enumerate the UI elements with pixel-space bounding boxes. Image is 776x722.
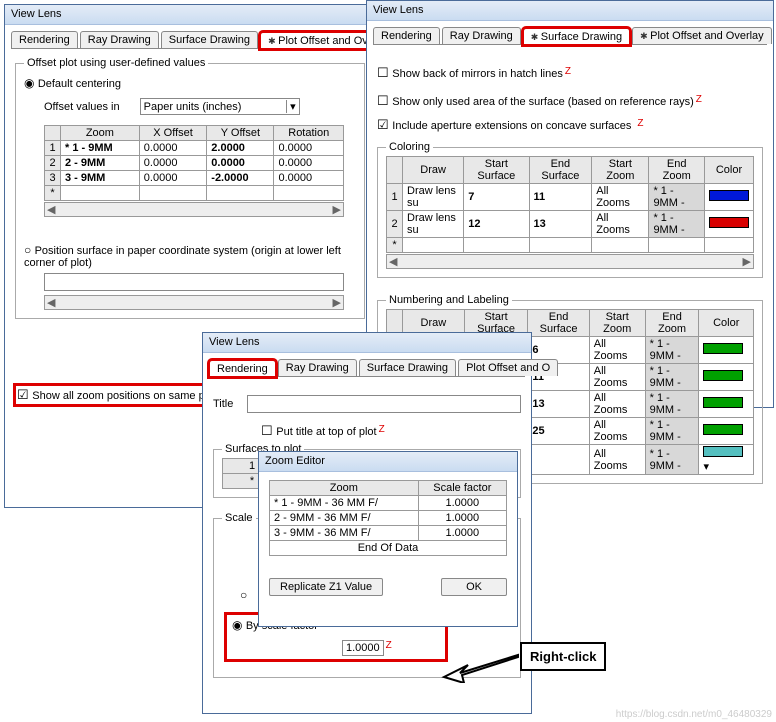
tab-rendering[interactable]: Rendering — [209, 360, 276, 377]
coloring-table[interactable]: DrawStart SurfaceEnd SurfaceStart ZoomEn… — [386, 156, 754, 253]
window-title: View Lens — [203, 333, 531, 353]
coloring-hscroll[interactable]: ◀▶ — [386, 254, 754, 269]
checkbox-show-used-area[interactable]: Show only used area of the surface (base… — [377, 96, 694, 108]
color-swatch[interactable] — [709, 190, 749, 201]
watermark: https://blog.csdn.net/m0_46480329 — [616, 709, 772, 720]
radio-position-surface[interactable]: Position surface in paper coordinate sys… — [24, 245, 341, 269]
tab-plot-offset-overlay[interactable]: Plot Offset and Overlay — [632, 27, 772, 44]
position-surface-hscroll[interactable]: ◀▶ — [44, 295, 344, 310]
group-title: Offset plot using user-defined values — [24, 57, 208, 69]
group-title: Numbering and Labeling — [386, 294, 512, 306]
dialog-title: Zoom Editor — [259, 452, 517, 472]
window-title: View Lens — [5, 5, 375, 25]
tab-surface-drawing[interactable]: Surface Drawing — [359, 359, 456, 376]
color-swatch[interactable] — [703, 424, 743, 435]
offset-table[interactable]: ZoomX OffsetY OffsetRotation 1* 1 - 9MM0… — [44, 125, 344, 201]
replicate-z1-button[interactable]: Replicate Z1 Value — [269, 578, 383, 596]
checkbox-show-back-mirrors[interactable]: Show back of mirrors in hatch lines — [377, 68, 563, 80]
color-swatch[interactable] — [709, 217, 749, 228]
checkbox-include-aperture[interactable]: Include aperture extensions on concave s… — [377, 120, 631, 132]
tab-surface-drawing[interactable]: Surface Drawing — [523, 28, 630, 45]
tab-plot-offset-overlay[interactable]: Plot Offset and O — [458, 359, 558, 376]
arrow-icon — [440, 645, 520, 683]
checkbox-show-all-zoom[interactable]: Show all zoom positions on same plot — [17, 390, 216, 402]
group-title: Scale — [222, 512, 256, 524]
position-surface-field[interactable] — [44, 273, 344, 291]
group-title: Coloring — [386, 141, 433, 153]
radio-default-centering[interactable]: Default centering — [24, 78, 121, 90]
title-label: Title — [213, 398, 233, 410]
checkbox-put-title-top[interactable]: Put title at top of plot — [261, 426, 377, 438]
tab-ray-drawing[interactable]: Ray Drawing — [442, 27, 521, 44]
zoom-editor-dialog: Zoom Editor ZoomScale factor * 1 - 9MM -… — [258, 451, 518, 627]
radio-scale-option[interactable] — [240, 590, 251, 602]
title-input[interactable] — [247, 395, 521, 413]
window-title: View Lens — [367, 1, 773, 21]
coloring-group: Coloring DrawStart SurfaceEnd SurfaceSta… — [377, 147, 763, 278]
tab-rendering[interactable]: Rendering — [11, 31, 78, 48]
scale-factor-input[interactable]: 1.0000 — [342, 640, 384, 656]
offset-unit-combo[interactable]: Paper units (inches)▾ — [140, 98, 300, 115]
offset-plot-group: Offset plot using user-defined values De… — [15, 63, 365, 319]
tab-surface-drawing[interactable]: Surface Drawing — [161, 31, 258, 48]
color-swatch[interactable] — [703, 343, 743, 354]
color-swatch[interactable] — [703, 370, 743, 381]
chevron-down-icon: ▾ — [286, 100, 296, 113]
zoom-table[interactable]: ZoomScale factor * 1 - 9MM - 36 MM F/1.0… — [269, 480, 507, 556]
color-swatch[interactable] — [703, 397, 743, 408]
tab-ray-drawing[interactable]: Ray Drawing — [278, 359, 357, 376]
table-hscroll[interactable]: ◀▶ — [44, 202, 344, 217]
tab-ray-drawing[interactable]: Ray Drawing — [80, 31, 159, 48]
color-swatch[interactable] — [703, 446, 743, 457]
right-click-callout: Right-click — [520, 642, 606, 671]
tab-rendering[interactable]: Rendering — [373, 27, 440, 44]
tabs: Rendering Ray Drawing Surface Drawing Pl… — [5, 25, 375, 49]
ok-button[interactable]: OK — [441, 578, 507, 596]
offset-values-label: Offset values in — [44, 101, 120, 113]
